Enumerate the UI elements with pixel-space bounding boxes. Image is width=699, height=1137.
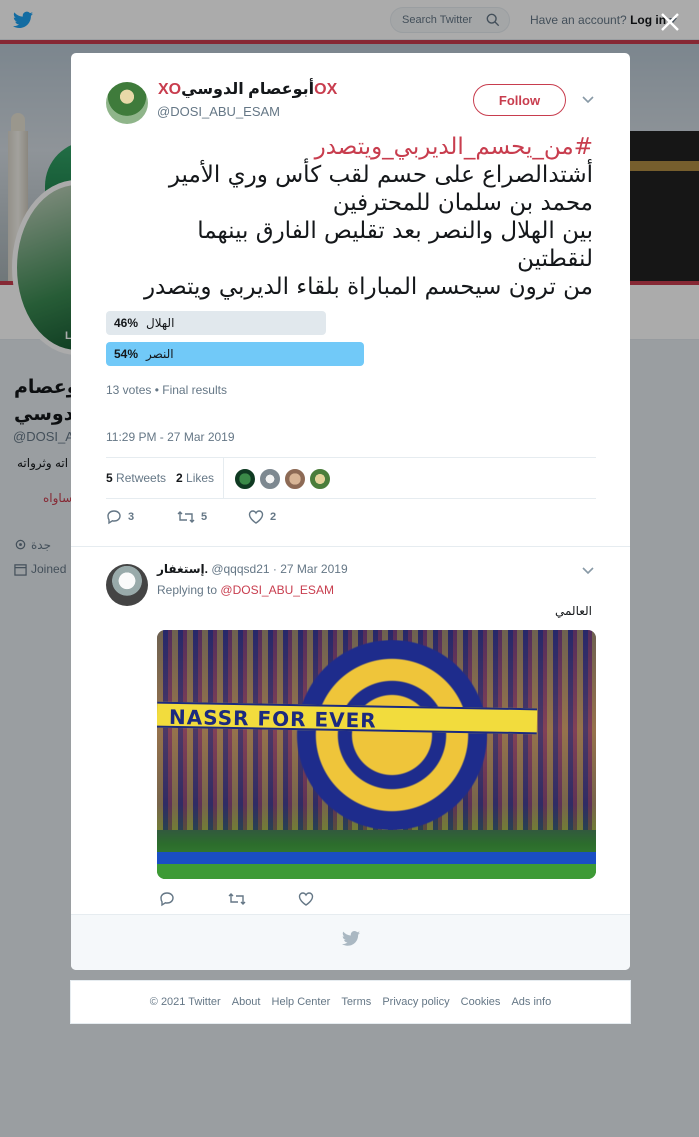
likes-stat[interactable]: 2 Likes <box>176 471 214 485</box>
poll-status: Final results <box>162 383 227 397</box>
reply-icon <box>160 892 174 907</box>
hashtag-link[interactable]: #من_يحسم_الديربي_ويتصدر <box>105 133 593 161</box>
heart-icon <box>248 510 264 524</box>
poll-percent: 54% <box>114 347 139 361</box>
reply-icon <box>107 510 121 525</box>
tifo-graphic <box>267 640 517 830</box>
retweets-stat[interactable]: 5 Retweets <box>106 471 166 485</box>
poll-meta: 13 votes • Final results <box>106 383 227 397</box>
like-count: 2 <box>270 510 277 523</box>
reply-author-handle[interactable]: @qqqsd21 <box>211 562 269 576</box>
retweets-label: Retweets <box>116 471 167 485</box>
tweet-stats: 5 Retweets 2 Likes <box>106 457 596 499</box>
footer-links: © 2021 Twitter About Help Center Terms P… <box>71 996 630 1008</box>
author-name[interactable]: XOأبوعصام الدوسيOX <box>158 79 337 99</box>
footer-link-about[interactable]: About <box>232 996 261 1008</box>
chevron-down-icon[interactable] <box>581 564 595 578</box>
reply-header: إستغفار. @qqqsd21 · 27 Mar 2019 <box>157 562 348 576</box>
tweet-line: محمد بن سلمان للمحترفين <box>332 190 593 216</box>
liker-avatar[interactable] <box>234 468 256 490</box>
liker-avatar[interactable] <box>284 468 306 490</box>
pitch-graphic <box>157 864 596 879</box>
reply-count: 3 <box>128 510 135 523</box>
retweet-count: 5 <box>201 510 208 523</box>
retweet-button[interactable] <box>228 891 246 907</box>
footer-link-privacy[interactable]: Privacy policy <box>382 996 449 1008</box>
retweet-icon <box>228 893 246 905</box>
retweet-icon <box>177 511 195 523</box>
photo-banner: NASSR FOR EVER <box>157 701 538 735</box>
reply-photo[interactable]: NASSR FOR EVER <box>157 630 596 879</box>
author-handle[interactable]: @DOSI_ABU_ESAM <box>157 104 280 119</box>
likes-count: 2 <box>176 471 183 485</box>
retweets-count: 5 <box>106 471 113 485</box>
tweet-timestamp[interactable]: 11:29 PM - 27 Mar 2019 <box>106 430 235 444</box>
author-avatar[interactable] <box>106 82 148 124</box>
poll-bar <box>106 342 364 366</box>
reply-author-name[interactable]: إستغفار. <box>157 562 208 576</box>
xo-decoration: XO <box>158 81 182 98</box>
replying-to-link[interactable]: @DOSI_ABU_ESAM <box>220 583 334 597</box>
poll-option: 46% الهلال <box>106 311 326 335</box>
stats-divider <box>223 458 224 499</box>
tweet-line: بين الهلال والنصر بعد تقليص الفارق بينهم… <box>197 218 593 244</box>
poll-option-label: الهلال <box>146 316 175 330</box>
site-footer: © 2021 Twitter About Help Center Terms P… <box>70 980 631 1024</box>
footer-link-ads[interactable]: Ads info <box>511 996 551 1008</box>
tweet-line: من ترون سيحسم المباراة بلقاء الديربي ويت… <box>143 274 593 300</box>
divider <box>71 546 630 547</box>
poll-option-label: النصر <box>146 347 174 361</box>
modal-footer <box>71 914 630 970</box>
author-name-text: أبوعصام الدوسي <box>181 81 315 98</box>
ad-board-graphic <box>157 852 596 864</box>
reply-text: العالمي <box>554 604 592 618</box>
reply-author-avatar[interactable] <box>106 564 148 606</box>
poll-option: 54% النصر <box>106 342 364 366</box>
replying-to: Replying to @DOSI_ABU_ESAM <box>157 583 334 597</box>
photo-banner-text: NASSR FOR EVER <box>168 704 377 733</box>
reply-button[interactable]: 3 <box>106 509 134 525</box>
liker-avatar[interactable] <box>259 468 281 490</box>
retweet-button[interactable]: 5 <box>177 509 207 525</box>
tweet-text: #من_يحسم_الديربي_ويتصدر أشتدالصراع على ح… <box>105 133 593 301</box>
likes-label: Likes <box>186 471 215 485</box>
tweet-modal: XOأبوعصام الدوسيOX @DOSI_ABU_ESAM Follow… <box>71 53 630 970</box>
like-button[interactable]: 2 <box>248 509 276 525</box>
twitter-bird-icon <box>342 931 360 946</box>
footer-copyright: © 2021 Twitter <box>149 996 221 1008</box>
heart-icon <box>298 892 314 906</box>
tweet-line: لنقطتين <box>517 246 593 272</box>
tweet-line: أشتدالصراع على حسم لقب كأس وري الأمير <box>168 162 593 188</box>
close-icon[interactable] <box>658 10 682 34</box>
poll-votes: 13 votes <box>106 383 152 397</box>
footer-link-help[interactable]: Help Center <box>272 996 331 1008</box>
footer-link-cookies[interactable]: Cookies <box>461 996 501 1008</box>
poll-bar <box>106 311 326 335</box>
poll-percent: 46% <box>114 316 139 330</box>
liker-avatar[interactable] <box>309 468 331 490</box>
like-button[interactable] <box>298 891 314 907</box>
follow-button[interactable]: Follow <box>473 84 566 116</box>
footer-link-terms[interactable]: Terms <box>341 996 371 1008</box>
chevron-down-icon[interactable] <box>581 93 595 107</box>
replying-prefix: Replying to <box>157 583 218 597</box>
xo-decoration: OX <box>314 81 338 98</box>
reply-button[interactable] <box>159 891 175 907</box>
reply-date[interactable]: 27 Mar 2019 <box>280 562 347 576</box>
